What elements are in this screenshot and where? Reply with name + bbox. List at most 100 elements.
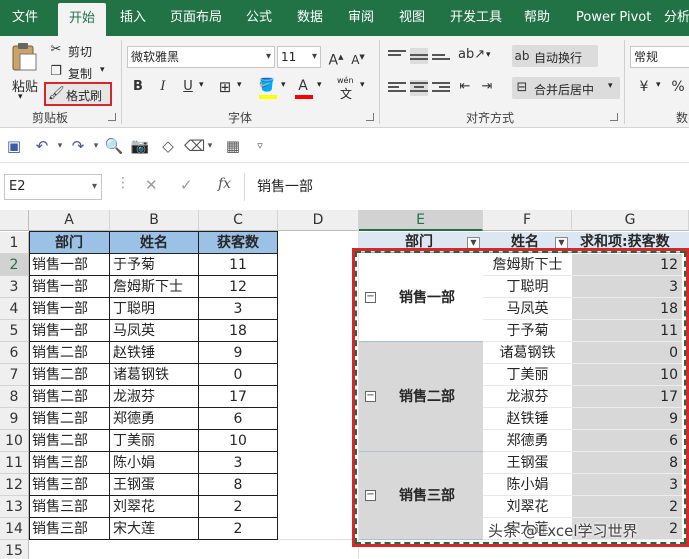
row-header[interactable]: 7 xyxy=(0,364,29,386)
camera-icon[interactable]: 📷 xyxy=(130,135,150,157)
source-table-cell[interactable]: 龙淑芬 xyxy=(110,386,199,408)
worksheet-grid[interactable]: A B C D E F G 1 2 3 4 5 6 7 8 9 10 11 12… xyxy=(0,210,689,559)
merge-center-button[interactable]: ⊟ 合并后居中 ▾ xyxy=(512,77,620,99)
save-icon[interactable]: ▣ xyxy=(4,135,24,157)
row-header[interactable]: 12 xyxy=(0,474,29,496)
pivot-name-cell[interactable]: 刘翠花 xyxy=(483,496,572,518)
tab-analyze[interactable]: 分析 xyxy=(664,0,689,36)
decrease-font-icon[interactable]: A▼ xyxy=(350,47,366,70)
source-table-cell[interactable]: 3 xyxy=(199,298,278,320)
decrease-indent-icon[interactable]: ⇤ xyxy=(456,77,474,97)
source-table-cell[interactable]: 丁美丽 xyxy=(110,430,199,452)
insert-function-icon[interactable]: fx xyxy=(218,176,231,192)
source-header-cell[interactable]: 部门 xyxy=(29,232,110,254)
pivot-value-cell[interactable]: 18 xyxy=(572,298,682,320)
source-table-cell[interactable]: 销售一部 xyxy=(29,254,110,276)
pivot-value-cell[interactable]: 8 xyxy=(572,452,682,474)
pivot-value-cell[interactable]: 3 xyxy=(572,276,682,298)
undo-icon[interactable]: ↶ xyxy=(30,135,54,157)
pivot-name-cell[interactable]: 马凤英 xyxy=(483,298,572,320)
tab-view[interactable]: 视图 xyxy=(399,0,425,36)
align-right-icon[interactable] xyxy=(432,80,450,96)
row-header[interactable]: 10 xyxy=(0,430,29,452)
align-middle-icon[interactable] xyxy=(410,48,428,64)
source-table-cell[interactable]: 0 xyxy=(199,364,278,386)
orientation-icon[interactable]: ab↗ xyxy=(458,45,485,65)
source-header-cell[interactable]: 姓名 xyxy=(110,232,199,254)
chevron-down-icon[interactable]: ▾ xyxy=(204,135,216,157)
source-table-cell[interactable]: 销售二部 xyxy=(29,386,110,408)
source-table-cell[interactable]: 丁聪明 xyxy=(110,298,199,320)
italic-button[interactable]: I xyxy=(155,77,171,97)
pivot-name-cell[interactable]: 于予菊 xyxy=(483,320,572,342)
source-table-cell[interactable]: 2 xyxy=(199,518,278,540)
source-table-cell[interactable]: 2 xyxy=(199,496,278,518)
chevron-down-icon[interactable]: ▾ xyxy=(486,50,491,60)
fill-color-button[interactable]: 🪣 xyxy=(258,76,280,100)
name-box[interactable]: E2 ▾ xyxy=(4,174,102,200)
row-header[interactable]: 8 xyxy=(0,386,29,408)
row-header[interactable]: 13 xyxy=(0,496,29,518)
pivot-name-cell[interactable]: 诸葛钢铁 xyxy=(483,342,572,364)
chevron-down-icon[interactable]: ▾ xyxy=(317,80,322,90)
source-table-cell[interactable]: 销售三部 xyxy=(29,518,110,540)
wrap-text-button[interactable]: ab 自动换行 xyxy=(512,45,598,67)
align-top-icon[interactable] xyxy=(388,48,406,64)
pivot-value-cell[interactable]: 2 xyxy=(572,496,682,518)
source-table-cell[interactable]: 10 xyxy=(199,430,278,452)
pivot-value-cell[interactable]: 11 xyxy=(572,320,682,342)
source-table-cell[interactable]: 18 xyxy=(199,320,278,342)
chevron-down-icon[interactable]: ▾ xyxy=(199,80,204,90)
print-preview-icon[interactable]: 🔍 xyxy=(104,135,124,157)
source-table-cell[interactable]: 于予菊 xyxy=(110,254,199,276)
source-table-cell[interactable]: 销售三部 xyxy=(29,474,110,496)
currency-icon[interactable]: ¥ xyxy=(634,77,654,97)
eraser-icon[interactable]: ⌫ xyxy=(184,135,205,157)
column-header-e[interactable]: E xyxy=(359,210,483,231)
phonetic-button[interactable]: wén 文 xyxy=(336,76,358,101)
dialog-launcher-icon[interactable] xyxy=(610,113,618,121)
row-header[interactable]: 1 xyxy=(0,232,29,254)
source-table-cell[interactable]: 12 xyxy=(199,276,278,298)
row-header[interactable]: 14 xyxy=(0,518,29,540)
source-table-cell[interactable]: 陈小娟 xyxy=(110,452,199,474)
filter-dropdown-icon[interactable]: ▼ xyxy=(467,237,480,249)
tab-page-layout[interactable]: 页面布局 xyxy=(170,0,222,36)
filter-dropdown-icon[interactable]: ▼ xyxy=(555,237,568,249)
pivot-name-cell[interactable]: 詹姆斯下士 xyxy=(483,254,572,276)
borders-icon[interactable]: ⊞ xyxy=(216,77,234,97)
collapse-icon[interactable]: − xyxy=(365,391,376,402)
increase-indent-icon[interactable]: ⇥ xyxy=(478,77,496,97)
pivot-value-cell[interactable]: 9 xyxy=(572,408,682,430)
pivot-name-cell[interactable]: 郑德勇 xyxy=(483,430,572,452)
row-header[interactable]: 9 xyxy=(0,408,29,430)
font-color-button[interactable]: A xyxy=(294,76,316,100)
tab-power-pivot[interactable]: Power Pivot xyxy=(576,0,651,36)
column-header-f[interactable]: F xyxy=(483,210,572,231)
chevron-down-icon[interactable]: ▾ xyxy=(656,80,661,90)
tab-help[interactable]: 帮助 xyxy=(524,0,550,36)
tab-insert[interactable]: 插入 xyxy=(120,0,146,36)
source-table-cell[interactable]: 6 xyxy=(199,408,278,430)
tab-review[interactable]: 审阅 xyxy=(348,0,374,36)
number-format-select[interactable]: 常规 xyxy=(630,46,689,68)
pivot-name-cell[interactable]: 丁聪明 xyxy=(483,276,572,298)
source-table-cell[interactable]: 刘翠花 xyxy=(110,496,199,518)
underline-button[interactable]: U xyxy=(180,77,196,97)
pivot-name-cell[interactable]: 赵铁锤 xyxy=(483,408,572,430)
align-center-icon[interactable] xyxy=(410,80,428,96)
source-table-cell[interactable]: 销售二部 xyxy=(29,364,110,386)
row-header[interactable]: 5 xyxy=(0,320,29,342)
bold-button[interactable]: B xyxy=(130,77,146,97)
percent-icon[interactable]: % xyxy=(668,77,688,97)
source-table-cell[interactable]: 9 xyxy=(199,342,278,364)
source-table-cell[interactable]: 郑德勇 xyxy=(110,408,199,430)
cut-button[interactable]: ✂ 剪切 xyxy=(48,40,108,60)
row-header[interactable]: 15 xyxy=(0,540,29,559)
collapse-icon[interactable]: − xyxy=(365,490,376,501)
source-table-cell[interactable]: 王钢蛋 xyxy=(110,474,199,496)
dialog-launcher-icon[interactable] xyxy=(108,113,116,121)
customize-qat-icon[interactable]: ▿ xyxy=(252,135,268,157)
source-table-cell[interactable]: 17 xyxy=(199,386,278,408)
pivot-value-cell[interactable]: 0 xyxy=(572,342,682,364)
